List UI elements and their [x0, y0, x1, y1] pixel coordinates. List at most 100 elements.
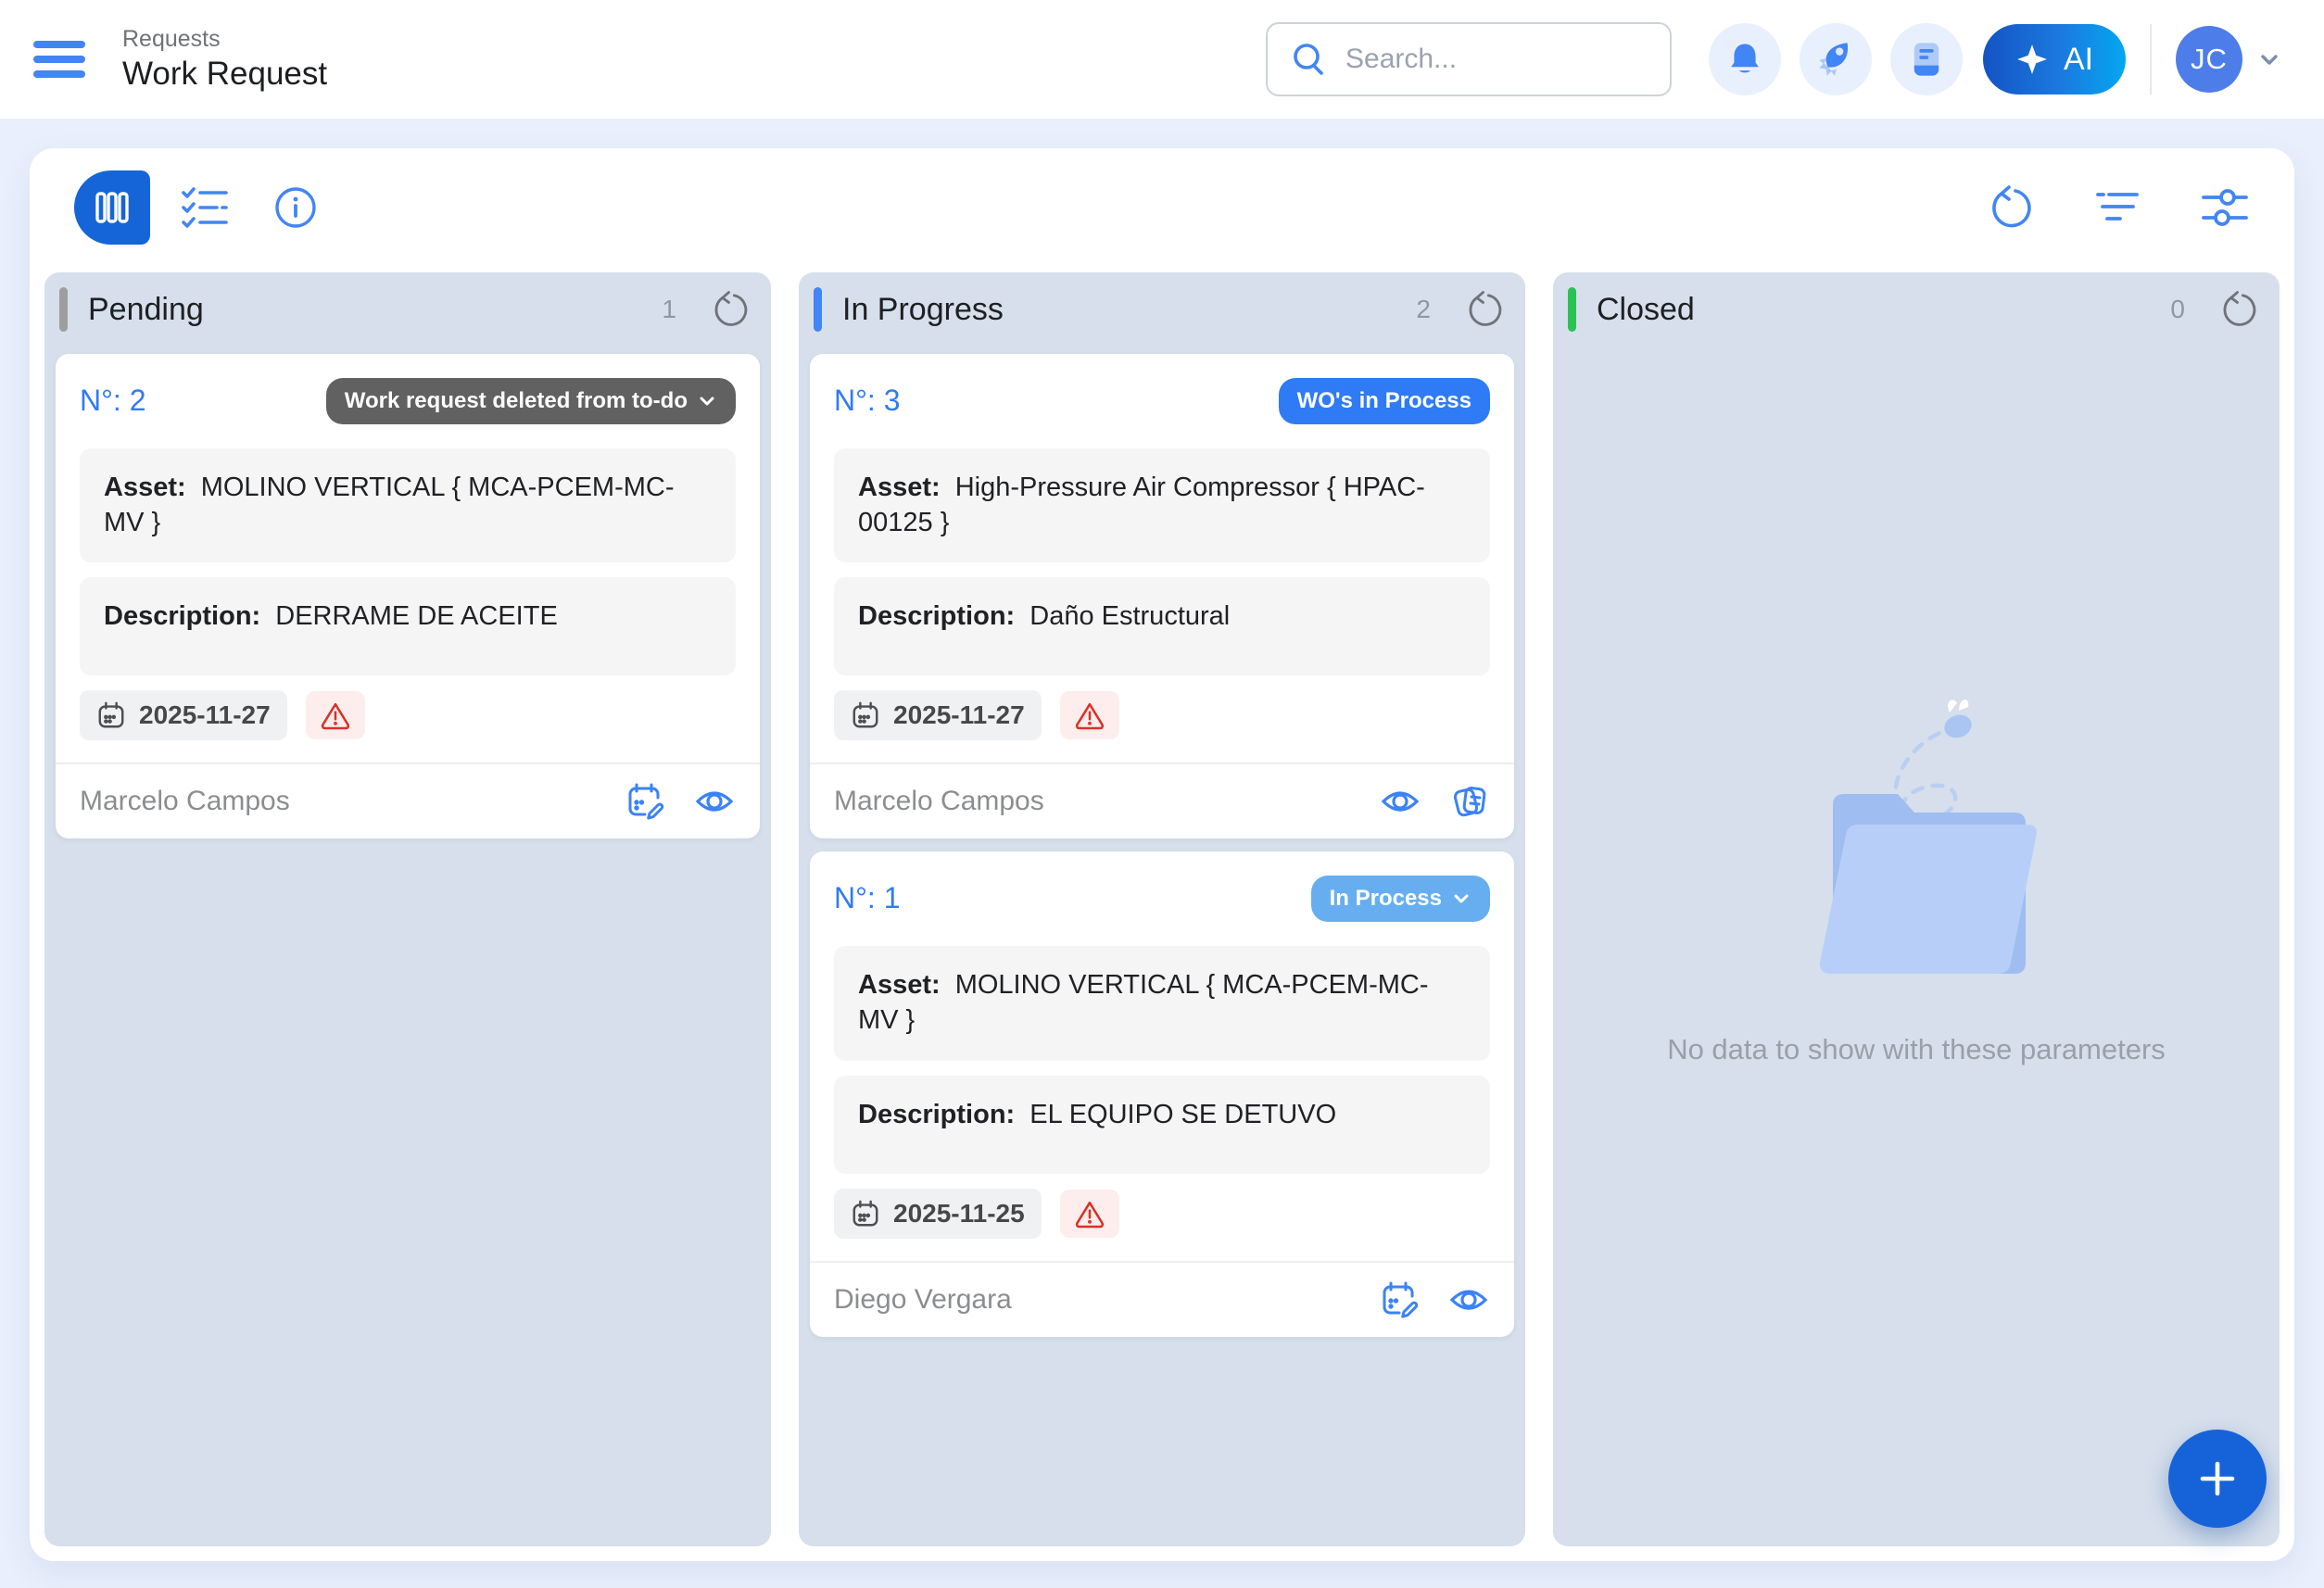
asset-value: MOLINO VERTICAL { MCA-PCEM-MC-MV }	[104, 473, 674, 537]
column-header: Closed 0	[1553, 272, 2280, 341]
due-date-chip: 2025-11-27	[80, 690, 287, 740]
due-date-chip: 2025-11-27	[834, 690, 1042, 740]
ai-assistant-button[interactable]: AI	[1983, 24, 2126, 95]
filter-icon[interactable]	[2094, 187, 2141, 228]
column-body: N°: 3 WO's in Process Asset: High-Pressu…	[799, 341, 1525, 1546]
calendar-icon	[96, 700, 126, 730]
work-request-card[interactable]: N°: 3 WO's in Process Asset: High-Pressu…	[810, 354, 1514, 838]
kanban-column-in-progress: In Progress 2 N°: 3 WO's in Process Asse…	[799, 272, 1525, 1546]
eye-icon[interactable]	[1447, 1281, 1490, 1318]
column-title: Pending	[88, 292, 641, 328]
sparkle-icon	[2015, 43, 2049, 76]
column-title: In Progress	[842, 292, 1396, 328]
description-field: Description: DERRAME DE ACEITE	[80, 577, 736, 675]
requester-name: Diego Vergara	[834, 1284, 1379, 1316]
plus-icon	[2195, 1456, 2240, 1501]
kanban-column-closed: Closed 0 No data to show with these para…	[1553, 272, 2280, 1546]
asset-label: Asset:	[104, 473, 186, 502]
column-accent-bar	[814, 287, 822, 332]
asset-value: High-Pressure Air Compressor { HPAC-0012…	[858, 473, 1425, 537]
ai-button-label: AI	[2064, 42, 2093, 78]
chevron-down-icon	[1451, 889, 1471, 909]
due-date-chip: 2025-11-25	[834, 1189, 1042, 1239]
empty-state-text: No data to show with these parameters	[1667, 1033, 2166, 1066]
warning-icon	[320, 700, 351, 730]
column-header: Pending 1	[44, 272, 771, 341]
column-count: 0	[2170, 295, 2185, 324]
documents-icon[interactable]	[1449, 781, 1490, 822]
chevron-down-icon	[697, 391, 717, 411]
card-footer: Diego Vergara	[810, 1261, 1514, 1337]
settings-sliders-icon[interactable]	[2200, 186, 2250, 229]
column-refresh-icon[interactable]	[2220, 290, 2259, 329]
notifications-button[interactable]	[1709, 23, 1781, 95]
add-work-request-button[interactable]	[2168, 1430, 2267, 1528]
due-date: 2025-11-27	[139, 700, 271, 730]
asset-label: Asset:	[858, 970, 941, 1000]
avatar-initials: JC	[2191, 43, 2228, 76]
description-value: Daño Estructural	[1022, 601, 1230, 631]
calendar-edit-icon[interactable]	[1379, 1279, 1420, 1320]
kanban-view-button[interactable]	[74, 170, 150, 245]
account-chevron-down-icon[interactable]	[2255, 45, 2283, 73]
checklist-icon	[178, 183, 232, 232]
description-label: Description:	[858, 1100, 1015, 1129]
overdue-warning-chip	[1060, 1190, 1119, 1238]
column-count: 1	[662, 295, 676, 324]
document-icon	[1906, 39, 1947, 80]
card-footer: Marcelo Campos	[810, 762, 1514, 838]
warning-icon	[1074, 700, 1105, 730]
card-number: N°: 1	[834, 876, 900, 915]
column-refresh-icon[interactable]	[1466, 290, 1505, 329]
list-view-button[interactable]	[178, 183, 232, 232]
card-actions	[1379, 1279, 1490, 1320]
header-divider	[2150, 24, 2152, 95]
search-icon	[1290, 40, 1329, 79]
calendar-icon	[851, 1199, 880, 1229]
asset-field: Asset: MOLINO VERTICAL { MCA-PCEM-MC-MV …	[834, 946, 1490, 1060]
asset-field: Asset: High-Pressure Air Compressor { HP…	[834, 448, 1490, 562]
warning-icon	[1074, 1199, 1105, 1229]
avatar[interactable]: JC	[2176, 26, 2242, 93]
whats-new-button[interactable]	[1800, 23, 1872, 95]
work-request-card[interactable]: N°: 1 In Process Asset: MOLINO VERTICAL …	[810, 851, 1514, 1336]
eye-icon[interactable]	[1379, 783, 1421, 820]
card-actions	[625, 781, 736, 822]
status-badge[interactable]: WO's in Process	[1279, 378, 1490, 424]
column-body: N°: 2 Work request deleted from to-do As…	[44, 341, 771, 1546]
column-header: In Progress 2	[799, 272, 1525, 341]
menu-icon[interactable]	[33, 39, 85, 80]
description-value: EL EQUIPO SE DETUVO	[1022, 1100, 1336, 1129]
work-request-card[interactable]: N°: 2 Work request deleted from to-do As…	[56, 354, 760, 838]
column-body: No data to show with these parameters	[1553, 341, 2280, 1546]
documentation-button[interactable]	[1890, 23, 1963, 95]
kanban-columns-icon	[91, 186, 133, 229]
work-request-panel: Pending 1 N°: 2 Work request deleted fro…	[30, 148, 2294, 1561]
requester-name: Marcelo Campos	[80, 786, 625, 817]
eye-icon[interactable]	[693, 783, 736, 820]
due-date: 2025-11-27	[893, 700, 1025, 730]
status-badge-label: WO's in Process	[1297, 388, 1471, 414]
empty-state: No data to show with these parameters	[1564, 341, 2268, 1535]
kanban-column-pending: Pending 1 N°: 2 Work request deleted fro…	[44, 272, 771, 1546]
card-number: N°: 3	[834, 378, 900, 418]
overdue-warning-chip	[306, 691, 365, 739]
bell-icon	[1724, 39, 1765, 80]
card-actions	[1379, 781, 1490, 822]
status-badge[interactable]: Work request deleted from to-do	[326, 378, 736, 424]
page-title: Work Request	[122, 55, 327, 94]
top-header: Requests Work Request	[0, 0, 2324, 119]
overdue-warning-chip	[1060, 691, 1119, 739]
status-badge[interactable]: In Process	[1311, 876, 1490, 922]
search-input[interactable]	[1345, 44, 1648, 75]
refresh-board-button[interactable]	[1989, 184, 2035, 231]
calendar-edit-icon[interactable]	[625, 781, 665, 822]
description-field: Description: Daño Estructural	[834, 577, 1490, 675]
info-button[interactable]	[272, 184, 319, 231]
search-box[interactable]	[1266, 22, 1672, 96]
card-number: N°: 2	[80, 378, 145, 418]
description-label: Description:	[104, 601, 260, 631]
info-icon	[272, 184, 319, 231]
calendar-icon	[851, 700, 880, 730]
column-refresh-icon[interactable]	[712, 290, 751, 329]
